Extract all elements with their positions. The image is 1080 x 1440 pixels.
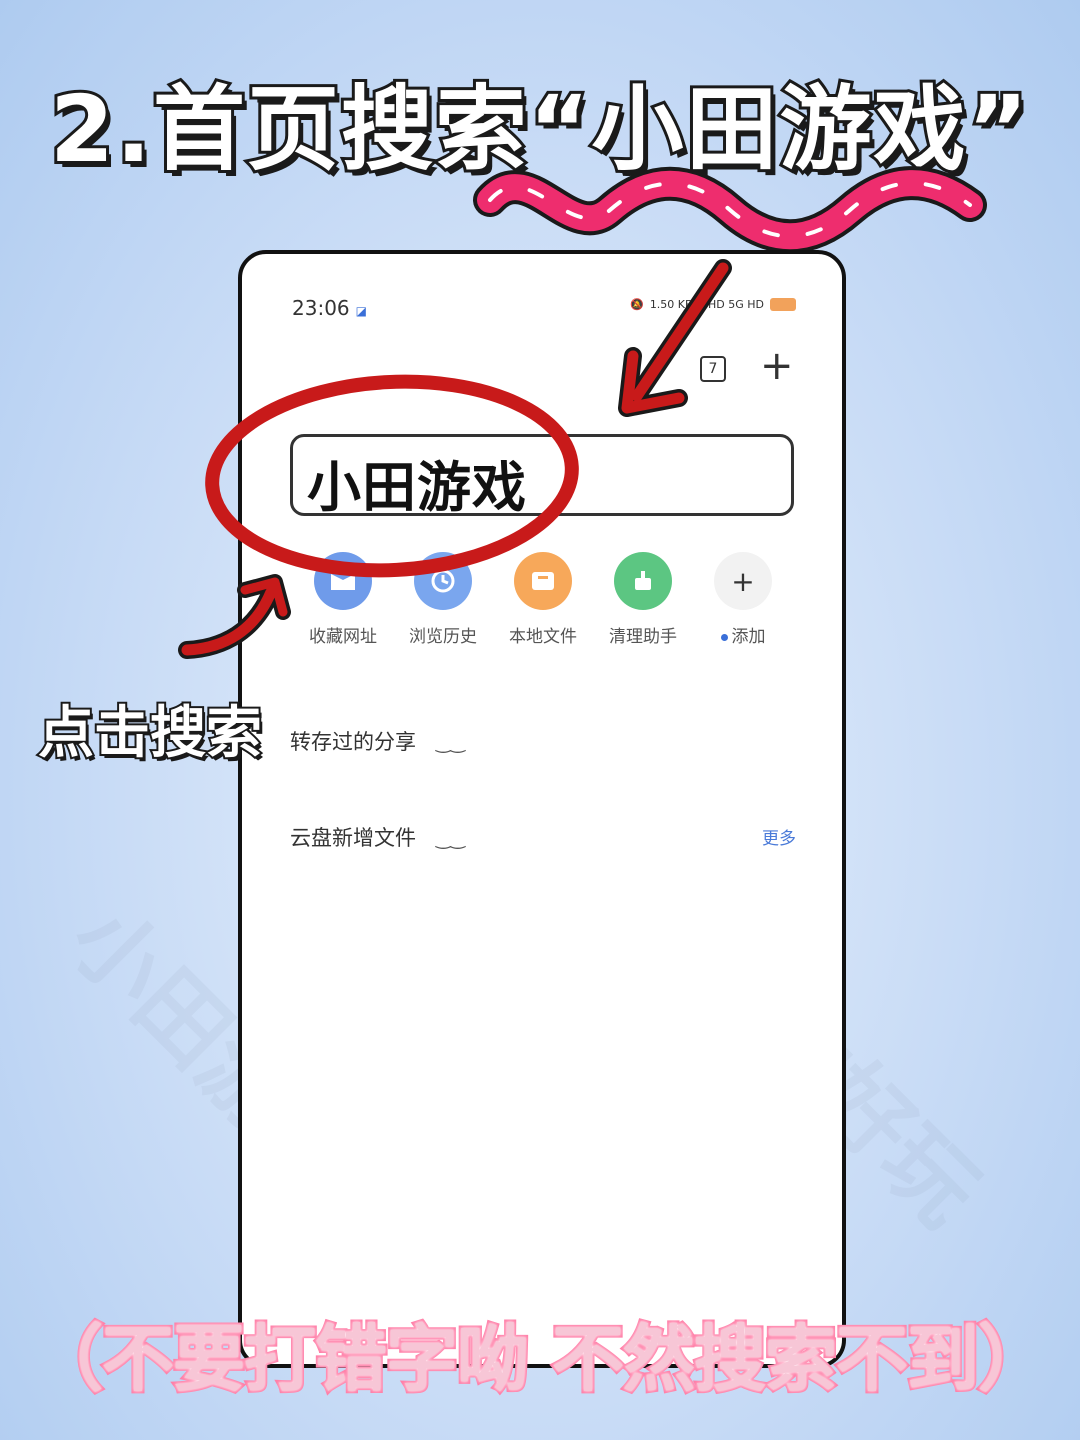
shortcut-label: 浏览历史: [409, 627, 477, 647]
bottom-note: （不要打错字呦 不然搜索不到）: [28, 1315, 1052, 1404]
status-time-text: 23:06: [292, 296, 350, 320]
section-cloud-label: 云盘新增文件: [290, 826, 416, 850]
section-shared-label: 转存过的分享: [290, 730, 416, 754]
eye-closed-icon[interactable]: ‿‿: [436, 733, 465, 754]
shortcut-label: 收藏网址: [309, 627, 377, 647]
shortcut-label: 添加: [698, 622, 788, 647]
arrow-curve-icon: [178, 574, 291, 659]
notification-icon: ◪: [355, 304, 367, 318]
shortcut-cleaner[interactable]: 清理助手: [598, 552, 688, 647]
battery-icon: [770, 298, 796, 311]
side-instruction: 点击搜索: [36, 699, 264, 768]
section-cloud[interactable]: 云盘新增文件 ‿‿: [290, 822, 465, 852]
shortcut-add[interactable]: + 添加: [698, 552, 788, 647]
section-shared[interactable]: 转存过的分享 ‿‿: [290, 726, 465, 756]
highlight-circle: [205, 374, 579, 578]
new-dot-icon: [720, 633, 728, 641]
arrow-down-left-icon: [618, 259, 732, 417]
broom-icon: [614, 552, 672, 610]
shortcut-add-label: 添加: [731, 627, 766, 647]
wave-decoration: [473, 166, 987, 254]
eye-closed-icon[interactable]: ‿‿: [436, 829, 465, 850]
more-link[interactable]: 更多: [762, 824, 796, 849]
shortcut-label: 本地文件: [509, 627, 577, 647]
status-time: 23:06 ◪: [292, 296, 367, 320]
plus-icon: +: [714, 552, 772, 610]
new-tab-button[interactable]: +: [760, 346, 794, 386]
shortcut-label: 清理助手: [609, 627, 677, 647]
